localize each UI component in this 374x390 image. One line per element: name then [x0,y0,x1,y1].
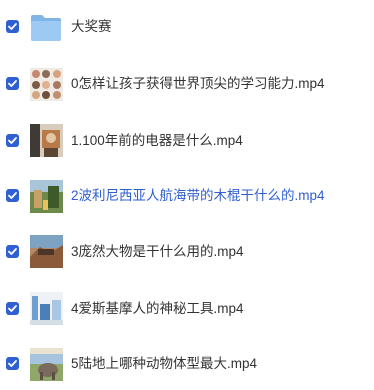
checkmark-icon [8,248,17,255]
checkbox[interactable] [6,357,19,370]
checkmark-icon [8,23,17,30]
checkmark-icon [8,192,17,199]
file-name[interactable]: 4爱斯基摩人的神秘工具.mp4 [71,301,244,317]
list-item-video[interactable]: 1.100年前的电器是什么.mp4 [0,112,374,168]
video-thumbnail [30,292,63,325]
file-name[interactable]: 3庞然大物是干什么用的.mp4 [71,244,244,260]
list-item-video[interactable]: 3庞然大物是干什么用的.mp4 [0,224,374,280]
file-list: 大奖赛 0怎样让孩子获得世界顶尖的学习能力.mp4 1.100年前的电器是什么.… [0,0,374,390]
video-thumbnail [30,124,63,157]
checkmark-icon [8,360,17,367]
checkbox[interactable] [6,245,19,258]
list-item-video[interactable]: 0怎样让孩子获得世界顶尖的学习能力.mp4 [0,56,374,112]
video-thumbnail [30,68,63,101]
file-name[interactable]: 5陆地上哪种动物体型最大.mp4 [71,356,257,372]
file-name[interactable]: 大奖赛 [71,19,112,35]
file-name[interactable]: 2波利尼西亚人航海带的木棍干什么的.mp4 [71,188,325,204]
file-name[interactable]: 1.100年前的电器是什么.mp4 [71,133,243,149]
checkbox[interactable] [6,302,19,315]
checkbox[interactable] [6,189,19,202]
list-item-video[interactable]: 2波利尼西亚人航海带的木棍干什么的.mp4 [0,168,374,224]
video-thumbnail [30,235,63,268]
checkbox[interactable] [6,20,19,33]
checkmark-icon [8,305,17,312]
checkmark-icon [8,80,17,87]
checkbox[interactable] [6,77,19,90]
list-item-video[interactable]: 4爱斯基摩人的神秘工具.mp4 [0,280,374,336]
video-thumbnail [30,348,63,381]
list-item-folder[interactable]: 大奖赛 [0,0,374,56]
folder-icon [30,12,62,44]
video-thumbnail [30,180,63,213]
file-name[interactable]: 0怎样让孩子获得世界顶尖的学习能力.mp4 [71,76,325,92]
checkmark-icon [8,137,17,144]
list-item-video[interactable]: 5陆地上哪种动物体型最大.mp4 [0,336,374,390]
checkbox[interactable] [6,134,19,147]
